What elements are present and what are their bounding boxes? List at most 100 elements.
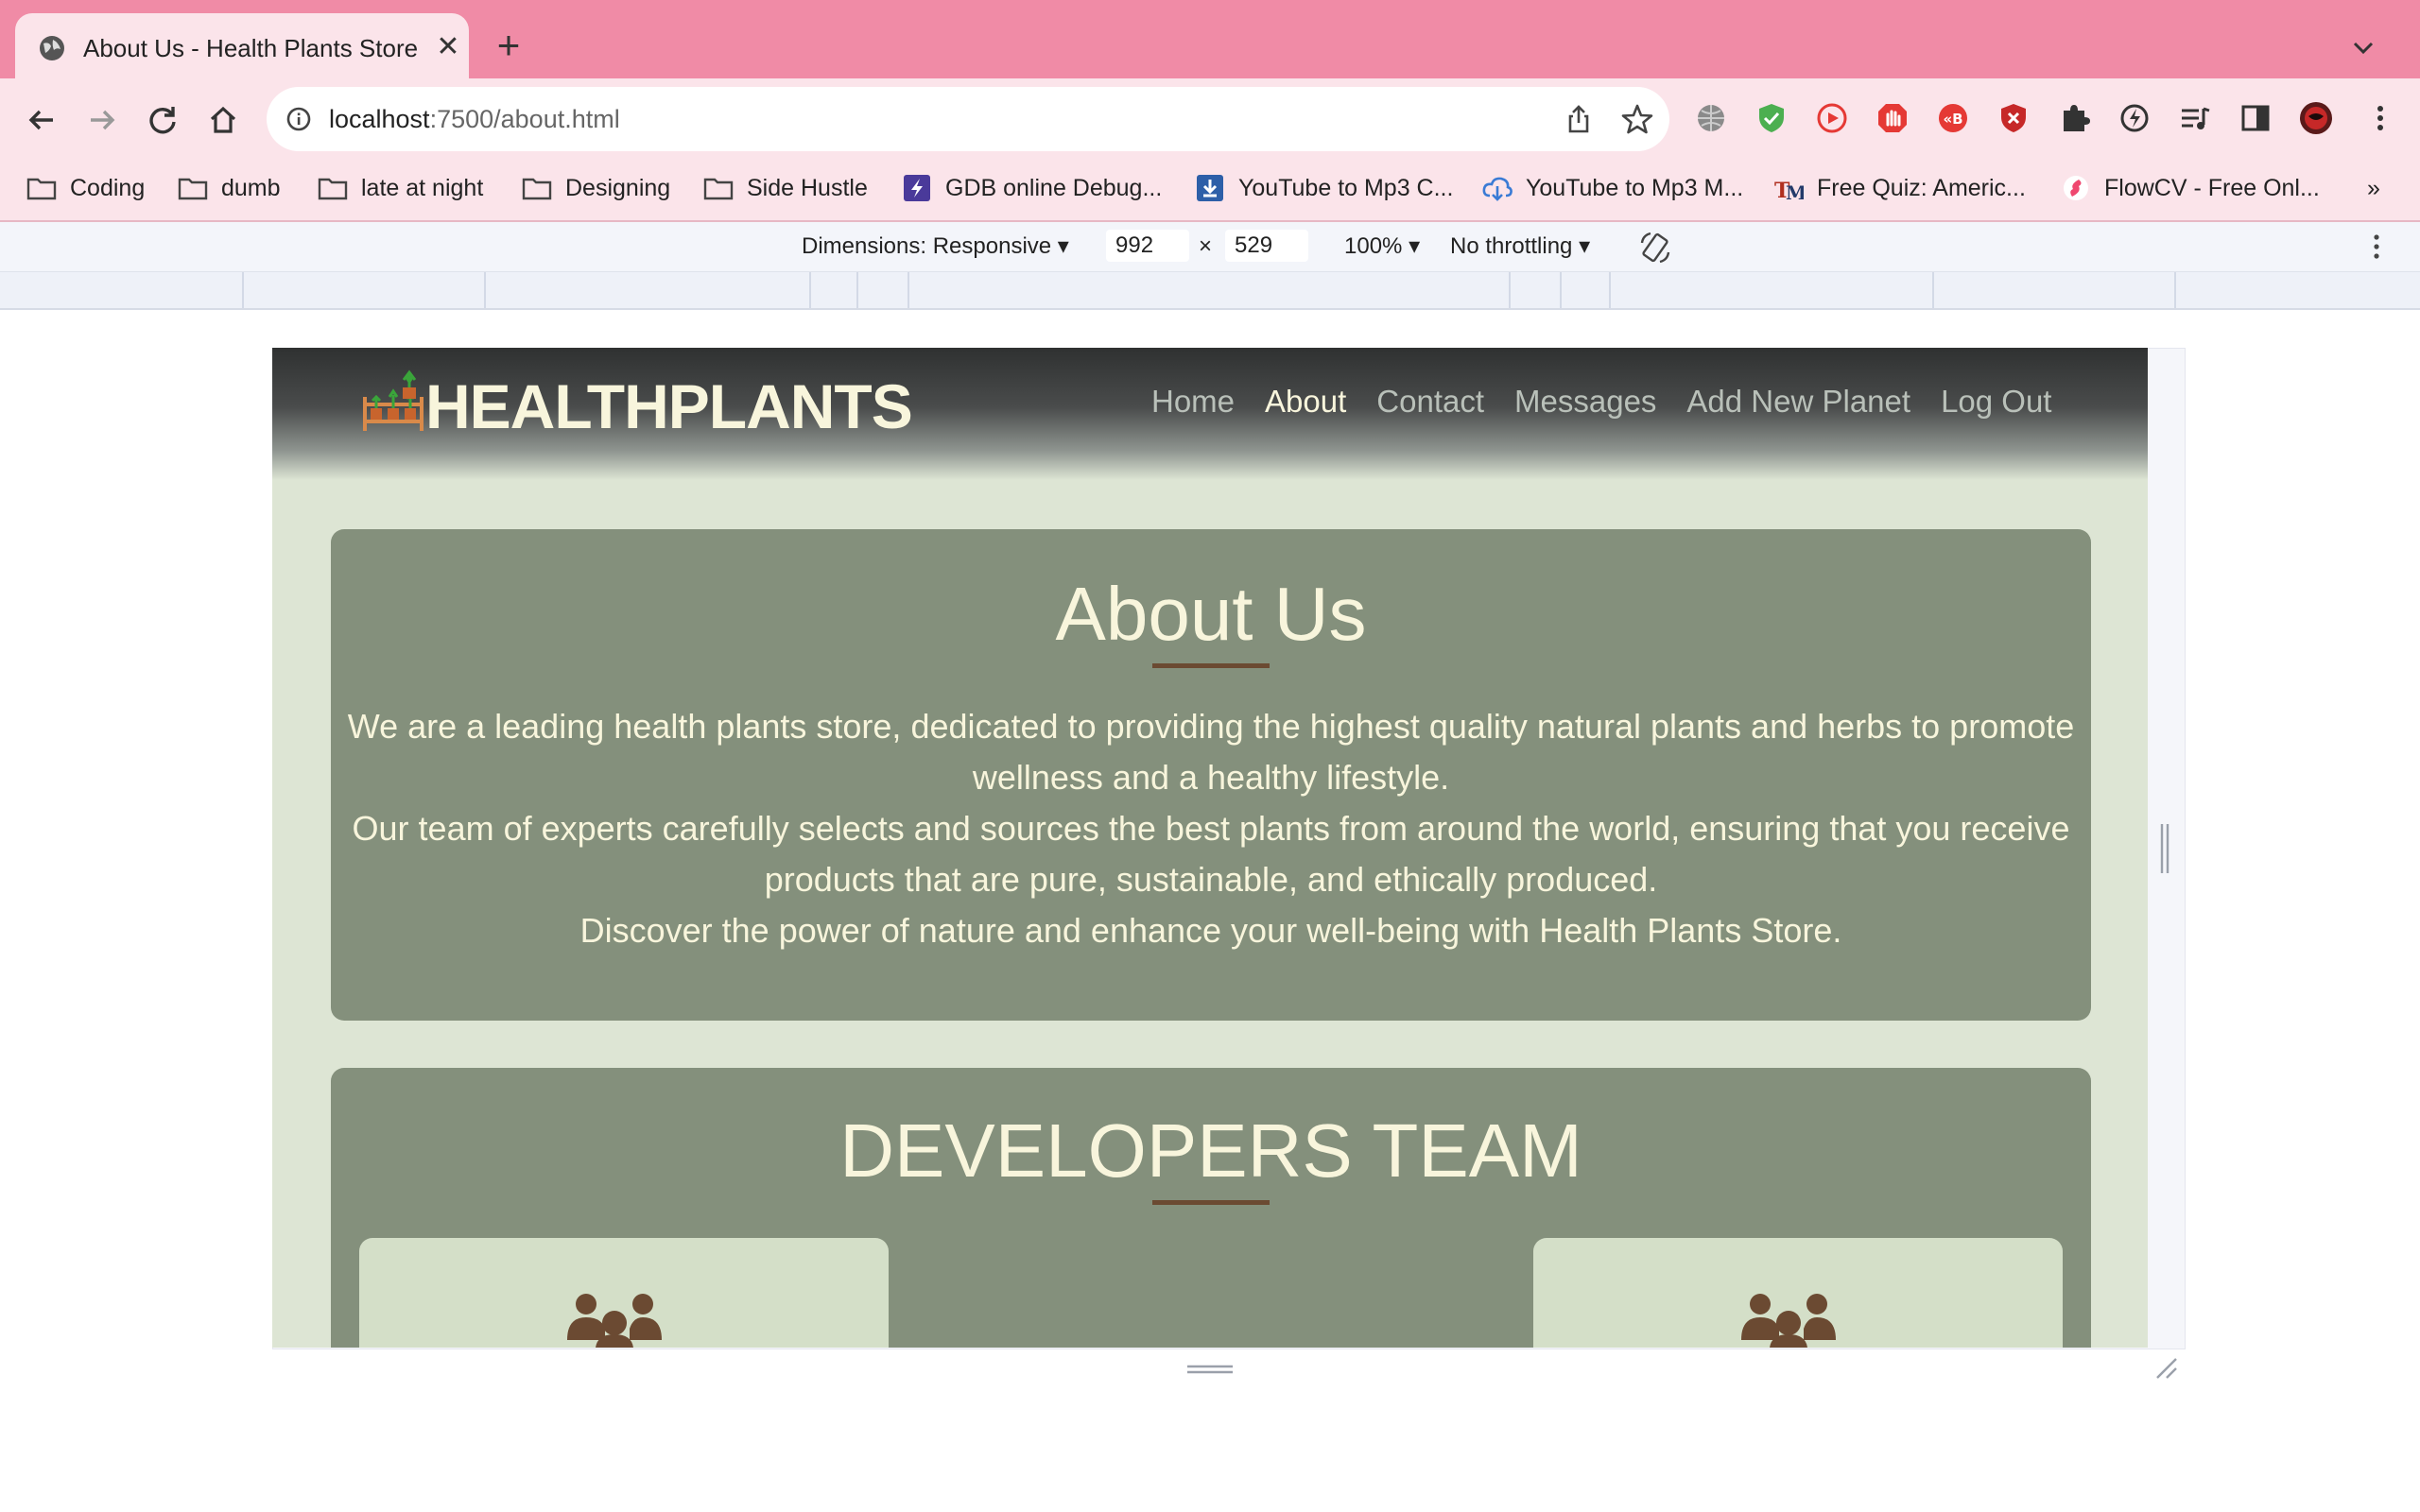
extensions-puzzle-icon[interactable] <box>2057 101 2091 135</box>
bookmark-youtube-mp3-c[interactable]: YouTube to Mp3 C... <box>1195 169 1453 207</box>
ruler-mark[interactable] <box>1609 272 1611 308</box>
throttling-label: No throttling <box>1450 233 1573 259</box>
about-title: About Us <box>1055 572 1367 656</box>
folder-icon <box>26 178 57 200</box>
dimensions-dropdown[interactable]: Dimensions: Responsive ▾ <box>802 232 1069 262</box>
side-panel-icon[interactable] <box>2238 101 2273 135</box>
forward-arrow-icon[interactable] <box>83 101 121 139</box>
url-host: localhost <box>329 105 430 133</box>
team-people-icon <box>1741 1294 1836 1348</box>
svg-text:M: M <box>1786 181 1804 201</box>
bookmark-label: GDB online Debug... <box>945 174 1163 201</box>
site-header: HEALTHPLANTS Home About Contact Messages… <box>272 348 2148 480</box>
profile-avatar[interactable] <box>2299 101 2333 135</box>
folder-icon <box>318 178 348 200</box>
bookmark-youtube-mp3-m[interactable]: YouTube to Mp3 M... <box>1482 169 1743 207</box>
rotate-icon[interactable] <box>1637 230 1673 266</box>
ad-blocker-b-icon[interactable]: «B <box>1936 101 1970 135</box>
device-toolbar-menu-icon[interactable] <box>2361 232 2392 262</box>
svg-text:«B: «B <box>1943 111 1962 128</box>
about-paragraph: Discover the power of nature and enhance… <box>579 911 1842 950</box>
nav-home[interactable]: Home <box>1151 380 1235 423</box>
tab-strip: About Us - Health Plants Store ✕ + <box>0 0 2420 81</box>
title-underline <box>1152 1200 1270 1205</box>
bookmark-star-icon[interactable] <box>1620 102 1654 136</box>
more-bookmarks-button[interactable]: » <box>2367 169 2380 207</box>
tab-search-chevron-icon[interactable] <box>2344 28 2382 66</box>
reload-icon[interactable] <box>144 101 182 139</box>
kebab-menu-icon[interactable] <box>2363 101 2397 135</box>
ruler-mark[interactable] <box>908 272 909 308</box>
share-icon[interactable] <box>1564 104 1594 134</box>
close-tab-icon[interactable]: ✕ <box>431 30 465 64</box>
ruler-mark[interactable] <box>856 272 858 308</box>
nav-contact[interactable]: Contact <box>1376 380 1484 423</box>
tab-title: About Us - Health Plants Store <box>83 34 419 62</box>
bookmark-flowcv[interactable]: FlowCV - Free Onl... <box>2061 169 2320 207</box>
developers-card: DEVELOPERS TEAM <box>331 1068 2091 1348</box>
site-nav: Home About Contact Messages Add New Plan… <box>1151 380 2051 423</box>
folder-icon <box>522 178 552 200</box>
dimension-separator: × <box>1199 233 1213 259</box>
vpn-globe-icon[interactable] <box>1694 101 1728 135</box>
throttling-dropdown[interactable]: No throttling ▾ <box>1450 232 1590 262</box>
quiz-logo-icon: TM <box>1774 179 1804 201</box>
caret-down-icon: ▾ <box>1409 233 1421 259</box>
ruler-mark[interactable] <box>2174 272 2176 308</box>
page-viewport: HEALTHPLANTS Home About Contact Messages… <box>272 348 2148 1348</box>
zoom-dropdown[interactable]: 100% ▾ <box>1344 232 1420 262</box>
shield-x-icon[interactable] <box>1996 101 2031 135</box>
bookmarks-bar: Coding dumb late at night Designing Side… <box>0 160 2420 222</box>
adblock-hand-icon[interactable] <box>1876 101 1910 135</box>
browser-toolbar: localhost:7500/about.html «B <box>0 78 2420 160</box>
width-input[interactable]: 992 <box>1106 230 1189 262</box>
device-toolbar: Dimensions: Responsive ▾ 992 × 529 100% … <box>0 222 2420 271</box>
title-underline <box>1152 663 1270 668</box>
nav-messages[interactable]: Messages <box>1514 380 1656 423</box>
bookmark-side-hustle[interactable]: Side Hustle <box>703 169 868 207</box>
bookmark-dumb[interactable]: dumb <box>178 169 281 207</box>
new-tab-button[interactable]: + <box>490 26 527 65</box>
bottom-resize-handle[interactable] <box>1185 1364 1235 1375</box>
nav-about[interactable]: About <box>1265 380 1346 423</box>
ruler-mark[interactable] <box>484 272 486 308</box>
ruler-mark[interactable] <box>809 272 811 308</box>
more-bookmarks-chevron: » <box>2367 174 2380 201</box>
home-icon[interactable] <box>204 101 242 139</box>
about-paragraph: Our team of experts carefully selects an… <box>352 809 2070 899</box>
bookmark-gdb[interactable]: GDB online Debug... <box>902 169 1162 207</box>
nav-log-out[interactable]: Log Out <box>1941 380 2051 423</box>
site-logo[interactable]: HEALTHPLANTS <box>425 369 913 444</box>
bookmark-designing[interactable]: Designing <box>522 169 670 207</box>
flowcv-icon <box>2064 176 2088 200</box>
developer-card <box>1533 1238 2063 1348</box>
right-resize-handle[interactable] <box>2159 822 2170 875</box>
ruler-mark[interactable] <box>1932 272 1934 308</box>
about-paragraph: We are a leading health plants store, de… <box>347 707 2075 797</box>
folder-icon <box>703 178 734 200</box>
record-icon[interactable] <box>1815 101 1849 135</box>
performance-gauge-icon[interactable] <box>2118 101 2152 135</box>
back-arrow-icon[interactable] <box>23 101 60 139</box>
caret-down-icon: ▾ <box>1057 233 1069 259</box>
bookmark-label: Designing <box>565 174 671 201</box>
ruler-mark[interactable] <box>242 272 244 308</box>
ruler-mark[interactable] <box>1560 272 1562 308</box>
reading-list-icon[interactable] <box>2178 101 2212 135</box>
shield-check-icon[interactable] <box>1754 101 1789 135</box>
zoom-label: 100% <box>1344 233 1403 259</box>
bookmark-coding[interactable]: Coding <box>26 169 145 207</box>
height-input[interactable]: 529 <box>1225 230 1308 262</box>
address-bar[interactable]: localhost:7500/about.html <box>267 87 1669 151</box>
browser-tab[interactable]: About Us - Health Plants Store ✕ <box>15 13 469 81</box>
developer-card <box>359 1238 889 1348</box>
bookmark-label: Free Quiz: Americ... <box>1817 174 2026 201</box>
site-info-icon[interactable] <box>285 106 312 132</box>
bookmark-late-at-night[interactable]: late at night <box>318 169 483 207</box>
corner-resize-handle[interactable] <box>2152 1353 2178 1380</box>
nav-add-new-planet[interactable]: Add New Planet <box>1686 380 1910 423</box>
bookmark-free-quiz[interactable]: TM Free Quiz: Americ... <box>1773 169 2026 207</box>
ruler-mark[interactable] <box>1509 272 1511 308</box>
team-people-icon <box>567 1294 662 1348</box>
bookmark-label: Side Hustle <box>747 174 868 201</box>
